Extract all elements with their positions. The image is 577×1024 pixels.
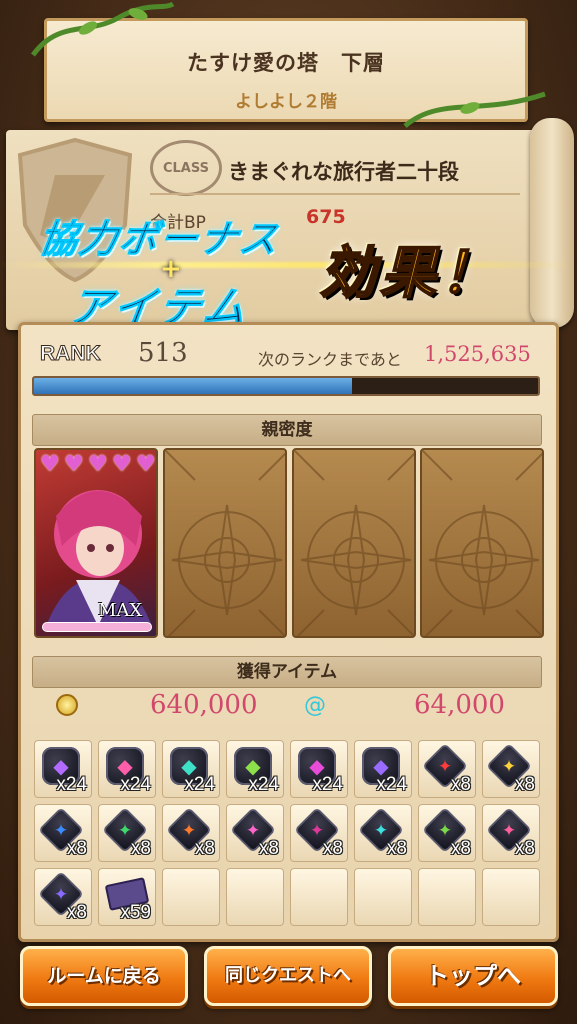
same-quest-button[interactable]: 同じクエストへ: [204, 946, 372, 1006]
bp-value: 675: [306, 206, 346, 228]
scroll-roll: [530, 118, 574, 328]
swirl-amount: 64,000: [414, 690, 505, 720]
item-quantity: x8: [386, 838, 407, 859]
max-badge: MAX: [98, 600, 143, 621]
item-quantity: x8: [450, 838, 471, 859]
item-slot[interactable]: ◆ x24: [98, 740, 156, 798]
item-slot[interactable]: ✦ x8: [482, 804, 540, 862]
return-room-button[interactable]: ルームに戻る: [20, 946, 188, 1006]
heart-icon: ♥: [136, 452, 156, 477]
item-slot: [226, 868, 284, 926]
item-quantity: x8: [258, 838, 279, 859]
heart-icon: ♥: [40, 452, 60, 477]
rank-value: 513: [138, 338, 188, 368]
coin-amount: 640,000: [150, 690, 258, 720]
item-slot[interactable]: ✦ x8: [162, 804, 220, 862]
item-slot: [290, 868, 348, 926]
swirl-icon: @: [304, 693, 326, 718]
top-button[interactable]: トップへ: [388, 946, 558, 1006]
item-quantity: x8: [130, 838, 151, 859]
item-quantity: x8: [322, 838, 343, 859]
return-room-label: ルームに戻る: [47, 965, 161, 987]
exp-bar-fill: [34, 378, 352, 394]
heart-icon: ♥: [64, 452, 84, 477]
heart-row: ♥ ♥ ♥ ♥ ♥: [40, 452, 156, 477]
heart-icon: ♥: [112, 452, 132, 477]
item-slot: [354, 868, 412, 926]
item-slot[interactable]: ✦ x8: [418, 804, 476, 862]
item-slot[interactable]: ✦ x8: [226, 804, 284, 862]
item-quantity: x8: [514, 838, 535, 859]
empty-card-slot: [420, 448, 544, 638]
item-slot[interactable]: ✦ x8: [354, 804, 412, 862]
item-slot[interactable]: ◆ x24: [162, 740, 220, 798]
item-slot[interactable]: ◆ x24: [290, 740, 348, 798]
item-quantity: x24: [376, 774, 407, 795]
item-quantity: x24: [248, 774, 279, 795]
divider: [150, 193, 520, 195]
item-slot[interactable]: ✦ x8: [482, 740, 540, 798]
item-quantity: x8: [450, 774, 471, 795]
item-slot[interactable]: ✦ x8: [34, 804, 92, 862]
item-slot: [418, 868, 476, 926]
effect-banner: 効果！: [319, 240, 500, 307]
item-quantity: x24: [312, 774, 343, 795]
item-slot: [482, 868, 540, 926]
class-name: きまぐれな旅行者二十段: [228, 160, 459, 184]
vine-decoration-icon: [403, 91, 546, 128]
exp-bar: [32, 376, 540, 396]
character-card[interactable]: ♥ ♥ ♥ ♥ ♥ MAX: [34, 448, 158, 638]
item-slot[interactable]: ✦ x8: [98, 804, 156, 862]
empty-card-slot: [163, 448, 287, 638]
heart-icon: ♥: [88, 452, 108, 477]
class-stamp: CLASS: [150, 140, 222, 196]
item-slot[interactable]: ✦ x8: [418, 740, 476, 798]
affinity-header: 親密度: [32, 414, 542, 446]
item-slot[interactable]: ✦ x8: [290, 804, 348, 862]
item-quantity: x24: [120, 774, 151, 795]
item-slot[interactable]: ◆ x24: [34, 740, 92, 798]
rank-label: RANK: [40, 342, 102, 366]
item-slot[interactable]: ◆ x24: [354, 740, 412, 798]
next-rank-value: 1,525,635: [424, 342, 531, 366]
compass-emblem-icon: [422, 450, 542, 636]
item-slot: [162, 868, 220, 926]
compass-emblem-icon: [165, 450, 285, 636]
item-slot[interactable]: ✦ x8: [34, 868, 92, 926]
item-quantity: x24: [184, 774, 215, 795]
compass-emblem-icon: [294, 450, 414, 636]
affinity-bar: [42, 622, 152, 632]
affinity-cards: ♥ ♥ ♥ ♥ ♥ MAX: [34, 448, 544, 640]
item-quantity: x8: [66, 838, 87, 859]
top-label: トップへ: [425, 962, 521, 990]
item-slot[interactable]: ◆ x24: [226, 740, 284, 798]
item-quantity: x24: [56, 774, 87, 795]
item-quantity: x8: [514, 774, 535, 795]
next-rank-label: 次のランクまであと: [258, 350, 402, 369]
coin-icon: [56, 694, 78, 716]
empty-card-slot: [292, 448, 416, 638]
same-quest-label: 同じクエストへ: [225, 965, 351, 986]
vine-decoration-icon: [30, 1, 175, 57]
item-slot[interactable]: x59: [98, 868, 156, 926]
item-quantity: x59: [120, 902, 151, 923]
item-quantity: x8: [66, 902, 87, 923]
item-quantity: x8: [194, 838, 215, 859]
items-header: 獲得アイテム: [32, 656, 542, 688]
